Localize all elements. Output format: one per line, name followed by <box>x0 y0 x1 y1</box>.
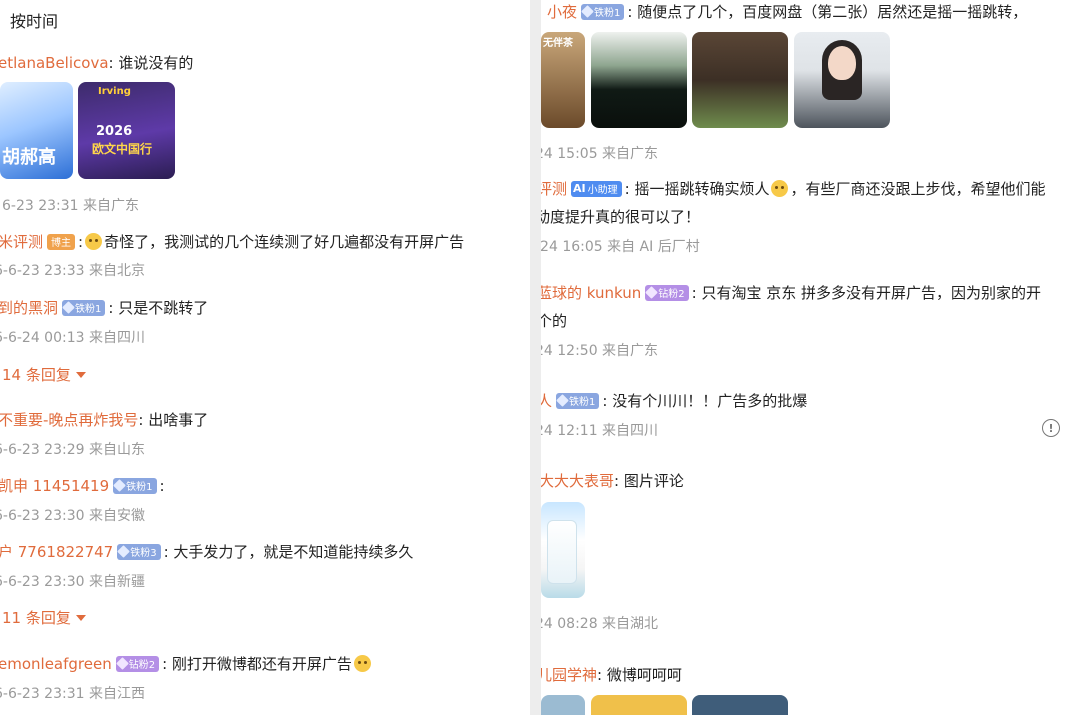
comment-meta: 6-6-23 23:33 来自北京 <box>0 263 145 279</box>
comment-image-1[interactable] <box>541 502 585 598</box>
diamond-badge: 钻粉2 <box>645 284 689 301</box>
comment-image-2[interactable]: Irving 2026 欧文中国行 <box>78 82 175 179</box>
ai-icon: AI <box>573 182 586 195</box>
comment-image-3[interactable] <box>692 695 788 715</box>
comment-row: 米评测 博主 : 奇怪了，我测试的几个连续测了好几遍都没有开屏广告 <box>0 231 465 252</box>
comment-username[interactable]: 大大大表哥 <box>541 470 614 491</box>
comment-meta: 6-23 23:31 来自广东 <box>2 198 140 214</box>
image-caption: 无伴茶 <box>543 38 573 49</box>
right-comment-panel: 小夜 铁粉1 : 随便点了几个，百度网盘（第二张）居然还是摇一摇跳转， 无伴茶 … <box>541 0 1080 715</box>
expand-replies-link[interactable]: 14 条回复 <box>2 364 86 385</box>
fan-badge: 铁粉1 <box>62 299 106 316</box>
fan-badge: 铁粉3 <box>117 543 161 560</box>
comment-row: 凯申 11451419 铁粉1 : <box>0 475 165 496</box>
gem-icon <box>113 479 126 492</box>
smile-emoji-icon <box>771 180 789 197</box>
comment-text-line2: 个的 <box>541 312 568 330</box>
assistant-badge: AI 小助理 <box>571 180 622 197</box>
comment-row: etlanaBelicova : 谁说没有的 <box>0 52 193 73</box>
comment-text-line2: 动度提升真的很可以了！ <box>541 208 701 226</box>
fan-badge: 铁粉1 <box>113 477 157 494</box>
left-comment-panel: 按时间 etlanaBelicova : 谁说没有的 胡郝高 Irving 20… <box>0 0 530 715</box>
comment-row: 户 7761822747 铁粉3 : 大手发力了，就是不知道能持续多久 <box>0 541 413 562</box>
fan-badge: 铁粉1 <box>556 392 600 409</box>
comment-row: 人 铁粉1 : 没有个川川！！广告多的批爆 <box>541 390 807 411</box>
column-divider <box>530 0 541 715</box>
comment-row: 大大大表哥 : 图片评论 <box>541 470 684 491</box>
gem-icon <box>117 545 131 558</box>
comment-meta: 6-6-23 23:29 来自山东 <box>0 442 145 458</box>
gem-icon <box>556 394 569 407</box>
comment-row: 小夜 铁粉1 : 随便点了几个，百度网盘（第二张）居然还是摇一摇跳转， <box>547 1 1027 22</box>
comment-text: : 谁说没有的 <box>108 54 194 72</box>
comment-username[interactable]: etlanaBelicova <box>0 54 109 72</box>
fan-badge: 铁粉1 <box>581 3 625 20</box>
comment-text: : 刚打开微博都还有开屏广告 <box>162 655 352 673</box>
gem-icon <box>115 657 129 670</box>
gem-icon <box>62 301 75 314</box>
comment-row: 不重要-晚点再炸我号 : 出啥事了 <box>0 409 208 430</box>
comment-row: 儿园学神 : 微博呵呵呵 <box>541 664 682 685</box>
comment-row: 到的黑洞 铁粉1 : 只是不跳转了 <box>0 297 208 318</box>
laugh-emoji-icon <box>85 233 103 250</box>
blogger-badge: 博主 <box>47 233 76 250</box>
comment-meta: -24 16:05 来自 AI 后厂村 <box>541 239 700 255</box>
gem-icon <box>581 5 594 18</box>
comment-text: : 随便点了几个，百度网盘（第二张）居然还是摇一摇跳转， <box>627 3 1028 21</box>
comment-text: : 摇一摇跳转确实烦人 <box>624 180 770 198</box>
comment-row: 评测 AI 小助理 : 摇一摇跳转确实烦人 ，有些厂商还没跟上步伐，希望他们能 <box>541 178 1045 199</box>
comment-image-2[interactable] <box>591 695 687 715</box>
report-icon[interactable]: ! <box>1042 419 1060 437</box>
sort-by-time-tab[interactable]: 按时间 <box>10 8 58 32</box>
comment-username[interactable]: 凯申 11451419 <box>0 475 109 496</box>
comment-meta: 24 12:50 来自广东 <box>541 343 659 359</box>
image-caption: 胡郝高 <box>2 147 56 168</box>
comment-username[interactable]: 小夜 <box>547 1 577 22</box>
laugh-emoji-icon <box>353 655 371 672</box>
chevron-down-icon <box>75 371 86 378</box>
comment-text: : 大手发力了，就是不知道能持续多久 <box>163 543 414 561</box>
image-name: Irving <box>98 86 131 97</box>
comment-text: 奇怪了，我测试的几个连续测了好几遍都没有开屏广告 <box>104 233 465 251</box>
comment-meta: 6-6-24 00:13 来自四川 <box>0 330 145 346</box>
chevron-down-icon <box>75 614 86 621</box>
comment-text: : 没有个川川！！广告多的批爆 <box>602 392 808 410</box>
comment-text: : 只有淘宝 京东 拼多多没有开屏广告，因为别家的开 <box>691 284 1041 302</box>
comment-meta: 6-6-23 23:30 来自新疆 <box>0 574 145 590</box>
gem-icon <box>645 286 659 299</box>
comment-meta: 24 08:28 来自湖北 <box>541 616 659 632</box>
comment-image-1[interactable]: 无伴茶 <box>541 32 585 128</box>
comment-meta: 24 15:05 来自广东 <box>541 146 659 162</box>
diamond-badge: 钻粉2 <box>115 655 160 672</box>
comment-text: : 只是不跳转了 <box>108 299 209 317</box>
comment-image-3[interactable] <box>692 32 788 128</box>
comment-row: emonleafgreen 钻粉2 : 刚打开微博都还有开屏广告 <box>0 653 373 674</box>
comment-username[interactable]: 户 7761822747 <box>0 541 113 562</box>
expand-replies-link[interactable]: 11 条回复 <box>2 607 86 628</box>
comment-text: : 图片评论 <box>614 472 684 490</box>
comment-username[interactable]: 不重要-晚点再炸我号 <box>0 409 138 430</box>
comment-image-1[interactable] <box>541 695 585 715</box>
comment-username[interactable]: 蓝球的 kunkun <box>541 282 641 303</box>
comment-text: : 微博呵呵呵 <box>597 666 682 684</box>
comment-image-2[interactable] <box>591 32 687 128</box>
comment-meta: 6-6-23 23:31 来自江西 <box>0 686 145 702</box>
comment-text-cont: ，有些厂商还没跟上步伐，希望他们能 <box>790 180 1046 198</box>
image-year: 2026 <box>96 124 133 139</box>
comment-username[interactable]: 米评测 <box>0 231 43 252</box>
comment-username[interactable]: emonleafgreen <box>0 655 112 673</box>
comment-meta: 24 12:11 来自四川 <box>541 423 659 439</box>
comment-image-1[interactable]: 胡郝高 <box>0 82 73 179</box>
comment-username[interactable]: 到的黑洞 <box>0 297 58 318</box>
comment-row: 蓝球的 kunkun 钻粉2 : 只有淘宝 京东 拼多多没有开屏广告，因为别家的… <box>541 282 1041 303</box>
comment-meta: 6-6-23 23:30 来自安徽 <box>0 508 145 524</box>
comment-username[interactable]: 人 <box>541 390 552 411</box>
comment-username[interactable]: 儿园学神 <box>541 664 597 685</box>
comment-username[interactable]: 评测 <box>541 178 567 199</box>
comment-text: : <box>159 476 165 495</box>
comment-text: : 出啥事了 <box>138 411 209 429</box>
image-title: 欧文中国行 <box>92 142 153 156</box>
comment-image-4[interactable] <box>794 32 890 128</box>
